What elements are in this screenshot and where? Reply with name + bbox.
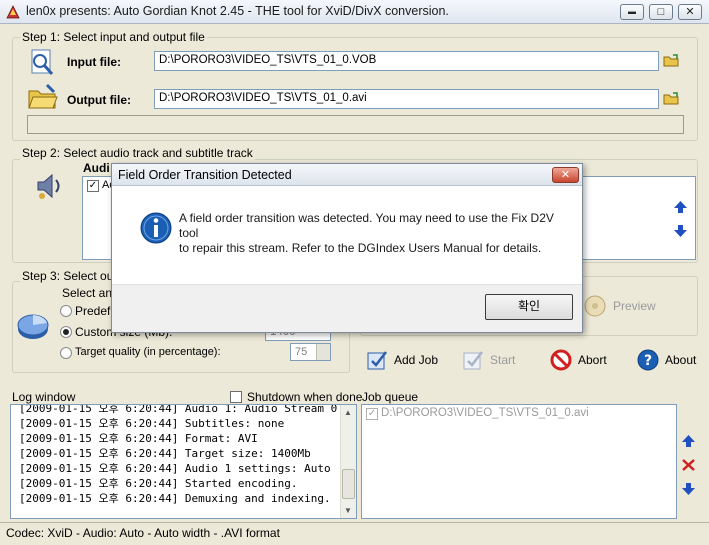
status-bar: Codec: XviD - Audio: Auto - Auto width -… xyxy=(0,522,709,545)
field-order-dialog: Field Order Transition Detected ✕ A fiel… xyxy=(111,163,583,333)
add-job-label: Add Job xyxy=(394,353,439,367)
browse-output-icon[interactable] xyxy=(663,90,680,107)
start-button[interactable]: Start xyxy=(462,349,515,371)
output-file-icon xyxy=(28,83,58,109)
maximize-button[interactable]: □ xyxy=(649,4,673,20)
scroll-down-icon[interactable]: ▼ xyxy=(344,506,352,515)
add-job-icon xyxy=(367,351,387,370)
audio-label: Audi xyxy=(83,161,110,175)
help-icon: ? xyxy=(637,349,659,371)
progress-bar xyxy=(27,115,684,134)
log-window[interactable]: [2009-01-15 오후 6:20:44] Audio 1: Audio S… xyxy=(10,404,357,519)
minimize-icon: ▬ xyxy=(628,7,636,16)
status-text: Codec: XviD - Audio: Auto - Auto width -… xyxy=(6,526,280,540)
predefined-label: Predefi xyxy=(75,304,114,318)
output-file-field[interactable]: D:\PORORO3\VIDEO_TS\VTS_01_0.avi xyxy=(154,89,659,109)
scroll-thumb[interactable] xyxy=(342,469,355,499)
dialog-close-button[interactable]: ✕ xyxy=(552,167,579,183)
select-option-label: Select an xyxy=(62,286,113,300)
title-bar: len0x presents: Auto Gordian Knot 2.45 -… xyxy=(0,0,709,24)
custom-size-radio[interactable] xyxy=(60,326,72,338)
browse-input-icon[interactable] xyxy=(663,52,680,69)
window-title: len0x presents: Auto Gordian Knot 2.45 -… xyxy=(26,4,449,18)
dialog-message-line2: to repair this stream. Refer to the DGIn… xyxy=(179,241,542,255)
about-label: About xyxy=(665,353,697,367)
preview-label: Preview xyxy=(613,299,656,313)
svg-text:?: ? xyxy=(644,353,652,369)
step3-label: Step 3: Select outp xyxy=(20,269,126,283)
log-line: [2009-01-15 오후 6:20:44] Audio 1: Audio S… xyxy=(19,404,357,415)
dialog-close-icon: ✕ xyxy=(560,169,571,181)
audio-track-checkbox[interactable]: ✓ xyxy=(87,180,99,192)
dialog-ok-button[interactable]: 확인 xyxy=(485,294,573,320)
step1-label: Step 1: Select input and output file xyxy=(20,30,207,44)
log-scrollbar[interactable]: ▲ ▼ xyxy=(340,405,356,518)
app-icon xyxy=(6,5,20,19)
job-queue-label: Job queue xyxy=(362,390,419,404)
log-line: [2009-01-15 오후 6:20:44] Audio 1 settings… xyxy=(19,462,331,475)
preview-button[interactable]: Preview xyxy=(583,294,656,318)
info-icon xyxy=(140,212,172,244)
log-line: [2009-01-15 오후 6:20:44] Target size: 140… xyxy=(19,447,311,460)
subtitle-track-list[interactable] xyxy=(582,176,696,260)
shutdown-checkbox[interactable] xyxy=(230,391,242,403)
close-button[interactable]: ✕ xyxy=(678,4,702,20)
start-icon xyxy=(463,351,483,370)
film-reel-icon xyxy=(584,295,606,317)
move-down-icon[interactable] xyxy=(673,224,688,238)
log-line: [2009-01-15 오후 6:20:44] Demuxing and ind… xyxy=(19,492,331,505)
maximize-icon: □ xyxy=(657,5,665,18)
stop-icon xyxy=(550,349,572,371)
input-file-icon xyxy=(31,49,54,75)
job-queue-item[interactable]: D:\PORORO3\VIDEO_TS\VTS_01_0.avi xyxy=(381,407,589,419)
shutdown-label: Shutdown when done xyxy=(247,390,363,404)
dialog-title: Field Order Transition Detected xyxy=(112,164,582,186)
abort-label: Abort xyxy=(578,353,607,367)
add-job-button[interactable]: Add Job xyxy=(366,349,438,371)
job-queue-checkbox[interactable]: ✓ xyxy=(366,408,378,420)
log-line: [2009-01-15 오후 6:20:44] Started encoding… xyxy=(19,477,298,490)
start-label: Start xyxy=(490,353,516,367)
input-file-field[interactable]: D:\PORORO3\VIDEO_TS\VTS_01_0.VOB xyxy=(154,51,659,71)
input-file-label: Input file: xyxy=(67,55,121,69)
log-window-label: Log window xyxy=(12,390,76,404)
minimize-button[interactable]: ▬ xyxy=(620,4,644,20)
scroll-up-icon[interactable]: ▲ xyxy=(344,408,352,417)
log-line: [2009-01-15 오후 6:20:44] Subtitles: none xyxy=(19,417,285,430)
queue-up-icon[interactable] xyxy=(681,434,696,448)
move-up-icon[interactable] xyxy=(673,200,688,214)
queue-remove-icon[interactable] xyxy=(681,458,696,472)
close-icon: ✕ xyxy=(685,5,695,18)
dialog-message: A field order transition was detected. Y… xyxy=(179,211,569,256)
job-queue-list[interactable]: ✓ D:\PORORO3\VIDEO_TS\VTS_01_0.avi xyxy=(361,404,677,519)
queue-down-icon[interactable] xyxy=(681,482,696,496)
pie-size-icon xyxy=(17,314,49,339)
predefined-radio[interactable] xyxy=(60,305,72,317)
output-file-label: Output file: xyxy=(67,93,131,107)
target-quality-radio[interactable] xyxy=(60,347,72,359)
target-quality-label: Target quality (in percentage): xyxy=(75,346,221,358)
quality-spinner[interactable] xyxy=(316,344,330,360)
abort-button[interactable]: Abort xyxy=(550,349,607,371)
about-button[interactable]: ? About xyxy=(637,349,696,371)
dialog-message-line1: A field order transition was detected. Y… xyxy=(179,211,554,240)
speaker-icon xyxy=(37,173,60,199)
step2-label: Step 2: Select audio track and subtitle … xyxy=(20,146,255,160)
log-line: [2009-01-15 오후 6:20:44] Format: AVI xyxy=(19,432,258,445)
